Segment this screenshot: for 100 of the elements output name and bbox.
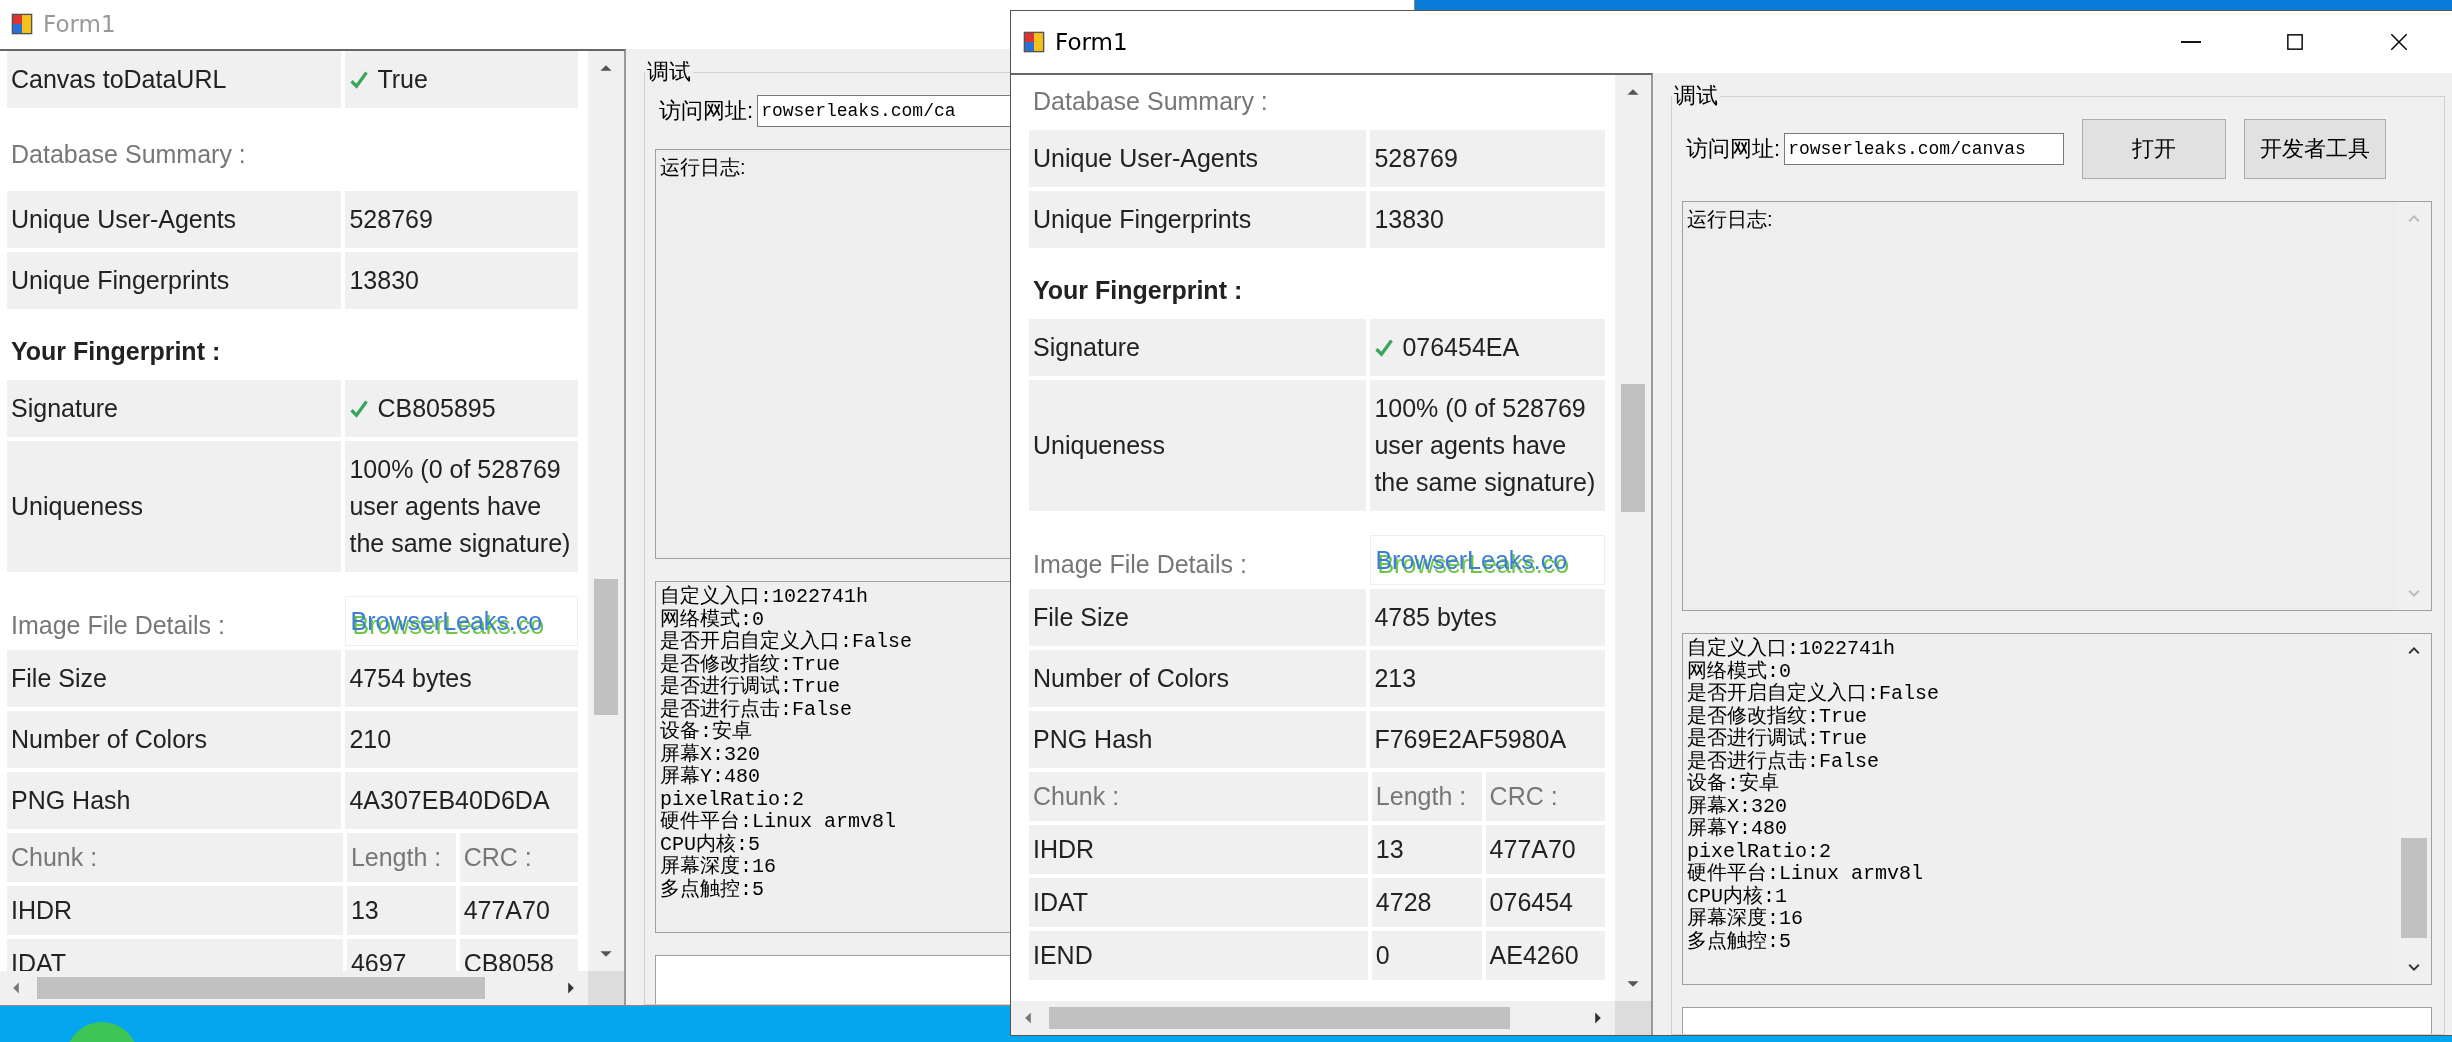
log-line: 屏幕Y:480 [1687,818,1787,841]
log-line: 设备:安卓 [660,721,752,743]
table-cell: PNG Hash [1029,711,1367,768]
table-cell: Number of Colors [1029,650,1367,707]
log-box[interactable]: 运行日志: [1682,201,2432,611]
table-cell: 4728 [1371,878,1482,927]
log-output-box[interactable]: 自定义入口:1022741h 网络模式:0 是否开启自定义入口:False 是否修改指纹:True 是否进行调试:True 是否进行点击:False 设备:安卓 屏幕X:320 屏幕Y:480 pixelRatio:2 硬件平台:Linux armv8l CPU内核:1 屏幕深度:16 多点触控:5 [1682,633,2432,985]
log-output-box[interactable]: 自定义入口:1022741h 网络模式:0 是否开启自定义入口:False 是否修改指纹:True 是否进行调试:True 是否进行点击:False 设备:安卓 屏幕X:320 屏幕Y:480 pixelRatio:2 硬件平台:Linux armv8l CPU内核:5 屏幕深度:16 多点触控:5 [655,581,1011,933]
vertical-scrollbar[interactable] [588,51,624,971]
check-icon [1374,337,1395,358]
scrollbar-corner [588,971,624,1005]
cell-value: 213 [1374,663,1417,694]
column-header: Chunk : [1029,772,1368,821]
log-line: 是否开启自定义入口:False [1687,683,1939,705]
action-button[interactable]: 打开 [2082,119,2227,179]
cell-value: 076454EA [1402,332,1520,363]
cell-value: 210 [349,724,392,755]
vertical-scrollbar[interactable] [1615,75,1651,1001]
log-line: pixelRatio:2 [660,788,805,811]
maximize-icon [2284,31,2306,53]
table-cell: Signature [1029,319,1367,376]
log-line: 是否开启自定义入口:False [660,631,912,653]
log-line: 自定义入口:1022741h [660,586,869,608]
cell-value: 4A307EB40D6DA [349,785,550,816]
table-cell: Signature [7,380,342,437]
group-title: 调试 [646,58,692,86]
log-line: 屏幕Y:480 [660,766,760,789]
table-cell: Unique User-Agents [1029,130,1367,187]
check-icon [349,69,370,90]
app-icon [11,13,33,35]
table-cell: Unique Fingerprints [7,252,342,309]
scroll-thumb[interactable] [1049,1007,1510,1029]
table-cell: IHDR [7,886,343,935]
log-box[interactable]: 运行日志: [655,149,1011,559]
url-field[interactable]: rowserleaks.com/canvas [1784,133,2065,165]
url-field[interactable]: rowserleaks.com/ca [757,95,1011,127]
log-line: 设备:安卓 [1687,773,1779,795]
log-line: CPU内核:5 [660,833,760,856]
table-cell: 477A70 [1485,825,1605,874]
log-line: pixelRatio:2 [1687,840,1832,863]
log-line: 多点触控:5 [1687,930,1791,953]
scroll-thumb[interactable] [1621,383,1645,513]
scrollbar-corner [1615,1001,1651,1035]
log-title: 运行日志: [1687,207,1773,232]
table-cell: File Size [7,650,342,707]
log-line: 是否进行点击:False [1687,750,1879,773]
log-line: 屏幕X:320 [1687,795,1787,818]
column-header: Length : [1371,772,1482,821]
section-caption: Database Summary : [1032,86,1269,117]
horizontal-scrollbar[interactable] [1011,1001,1615,1035]
window-title: Form1 [43,11,116,37]
group-title: 调试 [1673,82,1719,110]
horizontal-scrollbar[interactable] [0,971,588,1005]
action-button[interactable]: 开发者工具 [2244,119,2387,179]
column-header: CRC : [1485,772,1605,821]
log-line: CPU内核:1 [1687,885,1787,908]
section-heading: Your Fingerprint : [1032,275,1244,306]
log-line: 网络模式:0 [660,608,764,631]
section-heading: Your Fingerprint : [10,336,222,367]
cell-value: 13830 [349,265,419,296]
table-cell: PNG Hash [7,772,342,829]
cell-value: 528769 [1374,143,1458,174]
table-cell: 076454 [1485,878,1605,927]
cell-value: F769E2AF5980A [1374,724,1567,755]
log-line: 屏幕深度:16 [1687,908,1803,930]
scroll-thumb[interactable] [2401,837,2427,938]
table-cell: Uniqueness [1029,380,1367,511]
column-header: Length : [346,833,456,882]
table-cell: Number of Colors [7,711,342,768]
minimize-icon [2181,41,2201,43]
log-line: 硬件平台:Linux armv8l [660,811,897,833]
cell-value: 528769 [349,204,433,235]
table-cell: IDAT [1029,878,1368,927]
log-line: 屏幕X:320 [660,743,760,766]
cell-value: 100% (0 of 528769 user agents have the same signature) [349,454,572,559]
section-caption: Image File Details : [1032,550,1248,580]
table-cell: IEND [1029,931,1368,980]
url-label: 访问网址: [659,97,754,125]
close-icon [2388,31,2410,53]
log-line: 硬件平台:Linux armv8l [1687,863,1924,885]
table-cell: Unique Fingerprints [1029,191,1367,248]
table-cell: 477A70 [459,886,578,935]
cell-value: True [377,64,428,95]
log-line: 是否进行调试:True [1687,728,1867,750]
app-icon [1023,31,1045,53]
table-cell: Canvas toDataURL [7,51,342,108]
scroll-thumb[interactable] [594,579,618,716]
log-title: 运行日志: [660,155,746,180]
cell-value: 100% (0 of 528769 user agents have the same signature) [1374,393,1597,498]
cell-value: 13830 [1374,204,1444,235]
log-line: 网络模式:0 [1687,660,1791,683]
check-icon [349,398,370,419]
scroll-thumb[interactable] [37,977,486,999]
cell-value: 4754 bytes [349,663,472,694]
window-title: Form1 [1055,29,1128,55]
column-header: CRC : [459,833,578,882]
canvas-image-text: BrowserLeaks.co [1374,545,1568,575]
canvas-image-text: BrowserLeaks.co [349,606,543,636]
table-cell: Uniqueness [7,441,342,572]
table-cell: AE4260 [1485,931,1605,980]
